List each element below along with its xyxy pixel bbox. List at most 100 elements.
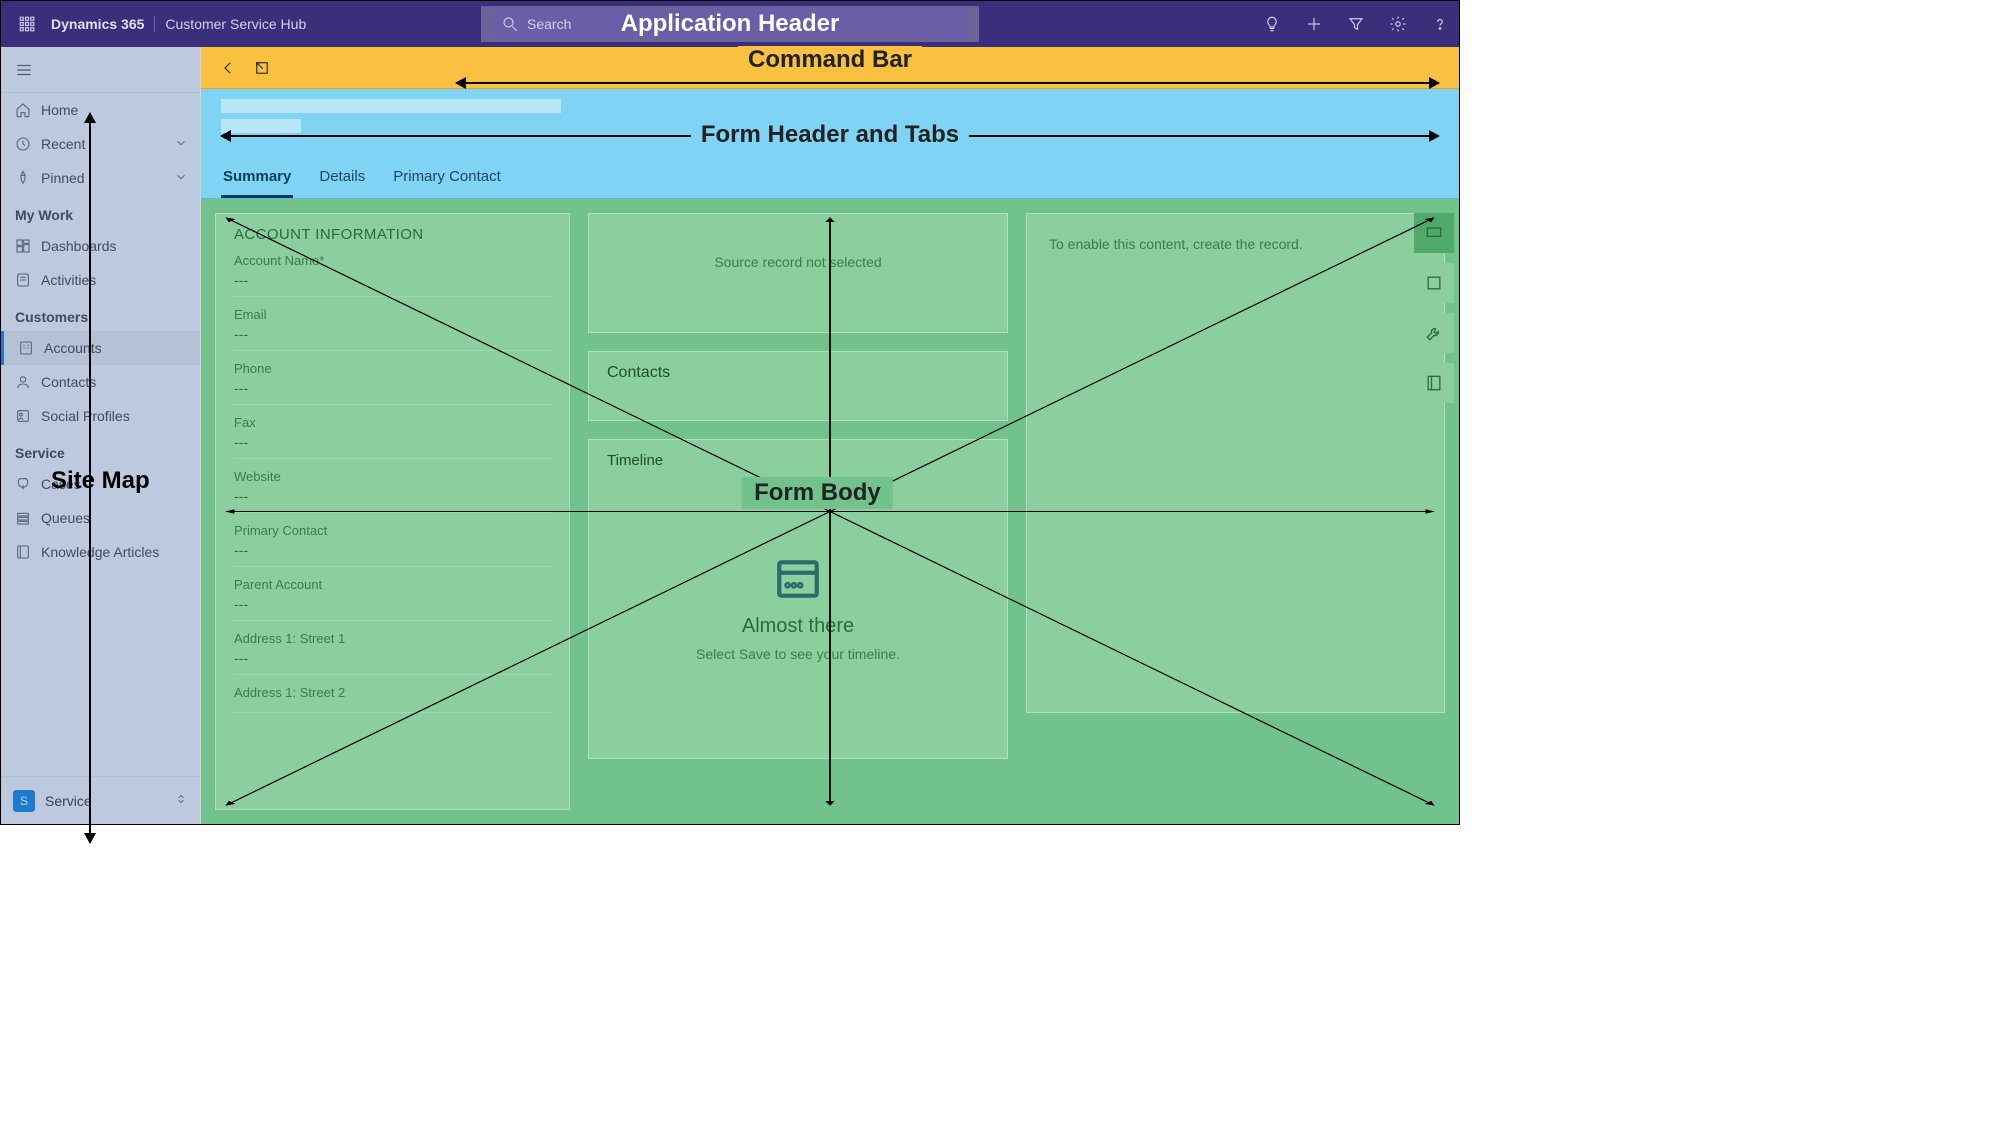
account-field[interactable]: Phone --- [234, 361, 551, 405]
sitemap-item-label: Social Profiles [41, 408, 130, 424]
account-field[interactable]: Parent Account --- [234, 577, 551, 621]
nav-group-customers: Customers [1, 297, 200, 331]
area-badge: S [13, 790, 35, 812]
annotation-commandbar: Command Bar [738, 46, 922, 74]
tab-primary-contact[interactable]: Primary Contact [391, 158, 503, 198]
sitemap-item-social[interactable]: Social Profiles [1, 399, 200, 433]
annotation-formheader: Form Header and Tabs [691, 121, 969, 149]
sitemap-item-kb[interactable]: Knowledge Articles [1, 535, 200, 569]
account-field[interactable]: Address 1: Street 2 [234, 685, 551, 713]
sitemap-item-label: Queues [41, 510, 90, 526]
field-value: --- [234, 542, 551, 558]
filter-icon[interactable] [1347, 15, 1365, 33]
sitemap-item-recent[interactable]: Recent [1, 127, 200, 161]
account-field[interactable]: Address 1: Street 1--- [234, 631, 551, 675]
search-icon [501, 15, 519, 33]
card-enable-content: To enable this content, create the recor… [1026, 213, 1445, 713]
tab-summary[interactable]: Summary [221, 158, 293, 198]
lightbulb-icon[interactable] [1263, 15, 1281, 33]
brand-label: Dynamics 365 [41, 16, 155, 32]
sitemap-item-label: Contacts [41, 374, 96, 390]
sitemap-item-label: Dashboards [41, 238, 117, 254]
rail-wrench-icon[interactable] [1414, 313, 1454, 353]
app-name-label: Customer Service Hub [165, 16, 306, 32]
annotation-arrow-commandbar [456, 82, 1439, 84]
waffle-icon[interactable] [13, 15, 41, 33]
chevron-down-icon [174, 170, 188, 187]
field-label: Account Name* [234, 253, 551, 268]
header-right-icons [1263, 15, 1449, 33]
section-title-account-info: ACCOUNT INFORMATION [234, 226, 551, 243]
sitemap-item-label: Knowledge Articles [41, 544, 159, 560]
header-placeholder-2 [221, 119, 301, 133]
rail-kb-icon[interactable] [1414, 363, 1454, 403]
sitemap-item-label: Accounts [44, 340, 102, 356]
area-switcher[interactable]: S Service [1, 776, 200, 824]
sitemap-item-label: Activities [41, 272, 96, 288]
command-bar: Command Bar [201, 47, 1459, 89]
sitemap-item-home[interactable]: Home [1, 93, 200, 127]
area-label: Service [45, 793, 92, 809]
global-search[interactable] [495, 10, 965, 38]
chevron-down-icon [174, 136, 188, 153]
header-placeholder-1 [221, 99, 561, 113]
rail-panel-icon[interactable] [1414, 263, 1454, 303]
nav-group-service: Service [1, 433, 200, 467]
open-in-new-icon[interactable] [245, 52, 279, 84]
field-value: --- [234, 488, 551, 504]
sitemap-item-label: Pinned [41, 170, 85, 186]
account-field[interactable]: Account Name* --- [234, 253, 551, 297]
card-timeline: Timeline Almost there Select Save to see… [588, 439, 1008, 759]
timeline-empty-title: Almost there [742, 615, 854, 638]
timeline-empty-sub: Select Save to see your timeline. [696, 646, 900, 662]
form-side-rail [1409, 213, 1459, 403]
timeline-title: Timeline [607, 452, 989, 469]
source-record-msg: Source record not selected [607, 254, 989, 270]
back-button[interactable] [211, 52, 245, 84]
account-field[interactable]: Primary Contact --- [234, 523, 551, 567]
sitemap-item-queues[interactable]: Queues [1, 501, 200, 535]
field-label: Email [234, 307, 551, 322]
sitemap-item-activities[interactable]: Activities [1, 263, 200, 297]
card-contacts: Contacts [588, 351, 1008, 421]
field-label: Website [234, 469, 551, 484]
sitemap-item-label: Cases [41, 476, 81, 492]
sitemap-item-cases[interactable]: Cases [1, 467, 200, 501]
updown-icon [174, 792, 188, 809]
sitemap-item-pinned[interactable]: Pinned [1, 161, 200, 195]
field-label: Primary Contact [234, 523, 551, 538]
field-value: --- [234, 272, 551, 288]
form-body: ACCOUNT INFORMATION Account Name*---Emai… [201, 199, 1459, 824]
field-label: Parent Account [234, 577, 551, 592]
gear-icon[interactable] [1389, 15, 1407, 33]
header-center [481, 6, 979, 42]
field-label: Phone [234, 361, 551, 376]
field-value: --- [234, 326, 551, 342]
account-field[interactable]: Email --- [234, 307, 551, 351]
account-field[interactable]: Fax --- [234, 415, 551, 459]
plus-icon[interactable] [1305, 15, 1323, 33]
search-input[interactable] [519, 16, 965, 32]
field-label: Address 1: Street 1 [234, 631, 551, 646]
field-label: Fax [234, 415, 551, 430]
timeline-empty-icon [773, 554, 823, 607]
help-icon[interactable] [1431, 15, 1449, 33]
sitemap-item-dashboards[interactable]: Dashboards [1, 229, 200, 263]
contacts-title: Contacts [607, 364, 989, 382]
nav-hamburger[interactable] [1, 47, 200, 93]
account-field[interactable]: Website --- [234, 469, 551, 513]
rail-assistant-icon[interactable] [1414, 213, 1454, 253]
field-value: --- [234, 380, 551, 396]
sitemap-item-accounts[interactable]: Accounts [1, 331, 200, 365]
form-tabs: Summary Details Primary Contact [221, 158, 503, 198]
enable-content-msg: To enable this content, create the recor… [1045, 226, 1426, 262]
application-header: Dynamics 365 Customer Service Hub Applic… [1, 1, 1459, 47]
tab-details[interactable]: Details [317, 158, 367, 198]
form-header: Form Header and Tabs Summary Details Pri… [201, 89, 1459, 199]
card-source-record: Source record not selected [588, 213, 1008, 333]
field-value: --- [234, 434, 551, 450]
sitemap-item-label: Home [41, 102, 78, 118]
sitemap-item-contacts[interactable]: Contacts [1, 365, 200, 399]
field-value: --- [234, 596, 551, 612]
field-label: Address 1: Street 2 [234, 685, 551, 700]
